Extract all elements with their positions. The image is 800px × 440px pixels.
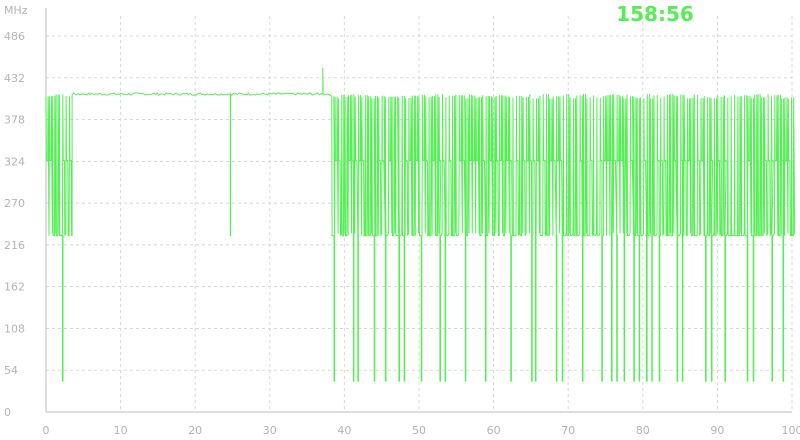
frequency-series-line (45, 67, 796, 382)
x-tick-label: 30 (263, 424, 277, 437)
x-tick-label: 80 (636, 424, 650, 437)
x-tick-label: 10 (114, 424, 128, 437)
x-tick-label: 0 (43, 424, 50, 437)
y-tick-label: 378 (4, 114, 25, 127)
elapsed-timer: 158:56 (616, 2, 694, 26)
y-axis-unit-label: MHz (4, 4, 28, 17)
x-tick-label: 70 (561, 424, 575, 437)
frequency-chart: 0 54 108 162 216 270 324 378 432 486 0 10 20 30 40 50 60… (4, 4, 800, 437)
y-tick-label: 432 (4, 72, 25, 85)
y-tick-label: 270 (4, 197, 25, 210)
series-layer (45, 67, 796, 382)
y-tick-label: 216 (4, 239, 25, 252)
x-tick-label: 40 (337, 424, 351, 437)
x-tick-label: 20 (188, 424, 202, 437)
x-tick-label: 60 (487, 424, 501, 437)
y-tick-label: 0 (4, 406, 11, 419)
x-tick-label: 90 (710, 424, 724, 437)
x-tick-label: 100 (782, 424, 800, 437)
y-tick-label: 108 (4, 322, 25, 335)
y-tick-label: 486 (4, 30, 25, 43)
x-tick-label: 50 (412, 424, 426, 437)
chart-window: 0 54 108 162 216 270 324 378 432 486 0 10 20 30 40 50 60… (0, 0, 800, 440)
y-tick-label: 162 (4, 281, 25, 294)
y-tick-label: 324 (4, 155, 25, 168)
y-tick-label: 54 (4, 364, 18, 377)
